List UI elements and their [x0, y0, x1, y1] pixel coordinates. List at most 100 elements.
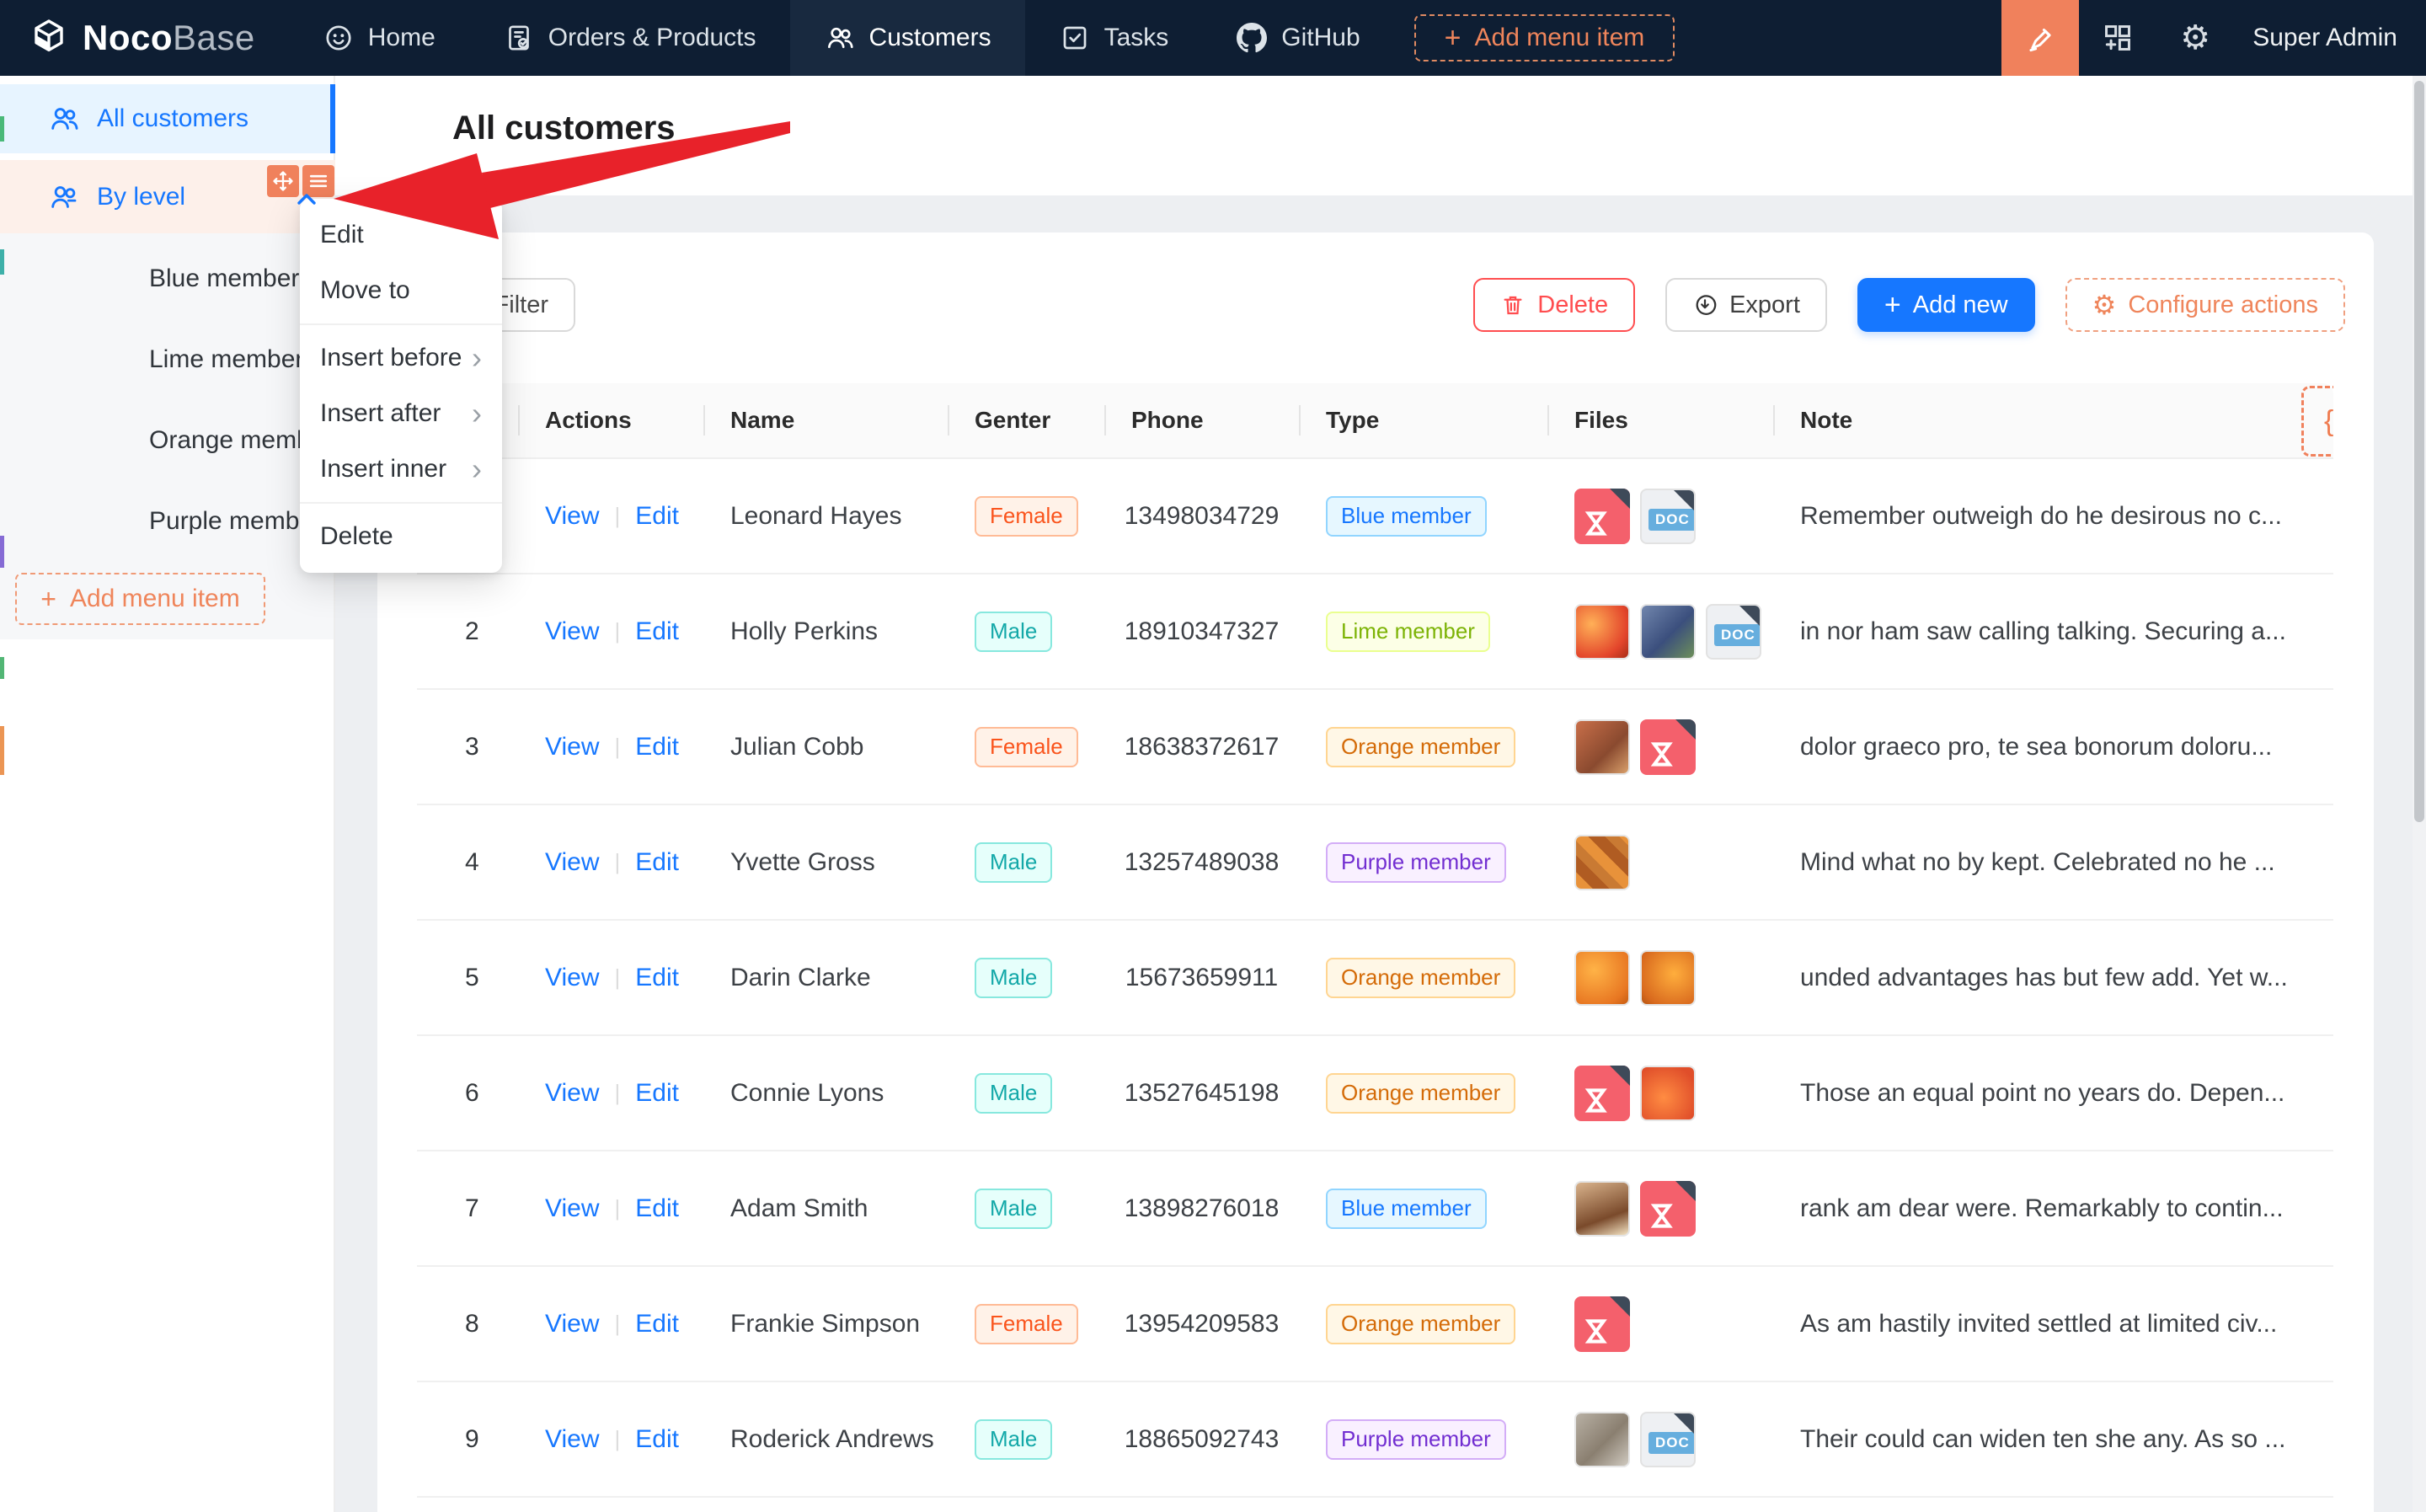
pdf-file-icon[interactable]: ⋈ — [1574, 1066, 1630, 1121]
files-cell: ⋈DOC — [1547, 489, 1773, 544]
row-number: 4 — [417, 848, 518, 877]
nav-item-customers[interactable]: Customers — [790, 0, 1025, 76]
sidebar-add-menu-item-button[interactable]: + Add menu item — [15, 573, 265, 625]
page-title: All customers — [452, 110, 676, 147]
vertical-scrollbar[interactable] — [2413, 76, 2426, 1512]
menu-item-insert-before[interactable]: Insert before› — [300, 330, 502, 386]
phone-number: 13954209583 — [1104, 1310, 1299, 1338]
phone-number: 15673659911 — [1104, 964, 1299, 992]
customers-icon — [824, 22, 856, 54]
nocobase-logo[interactable]: NocoBase — [29, 18, 255, 58]
menu-item-move-to[interactable]: Move to — [300, 263, 502, 318]
logo-text: NocoBase — [83, 18, 255, 58]
menu-item-edit[interactable]: Edit — [300, 207, 502, 263]
image-attachment-thumbnail[interactable] — [1640, 950, 1696, 1006]
navbar-add-menu-item-button[interactable]: + Add menu item — [1414, 14, 1675, 61]
image-attachment-thumbnail[interactable] — [1574, 604, 1630, 660]
image-attachment-thumbnail[interactable] — [1640, 604, 1696, 660]
menu-item-context-menu: EditMove to Insert before›Insert after›In… — [300, 199, 502, 573]
sidebar-item-blue-member[interactable]: Blue member — [0, 238, 334, 319]
note-text: rank am dear were. Remarkably to contin.… — [1773, 1194, 2333, 1223]
nav-item-tasks[interactable]: Tasks — [1025, 0, 1203, 76]
view-link[interactable]: View — [545, 1310, 599, 1338]
nav-item-label: Orders & Products — [548, 24, 756, 52]
edit-link[interactable]: Edit — [635, 617, 679, 646]
team-level-icon — [48, 181, 80, 213]
edit-link[interactable]: Edit — [635, 502, 679, 531]
export-button[interactable]: Export — [1665, 278, 1827, 332]
image-attachment-thumbnail[interactable] — [1574, 1181, 1630, 1237]
view-link[interactable]: View — [545, 1194, 599, 1223]
nav-item-home[interactable]: Home — [289, 0, 469, 76]
menu-item-insert-inner[interactable]: Insert inner› — [300, 441, 502, 497]
configure-fields-clipped-button[interactable]: { — [2301, 386, 2333, 457]
menu-item-insert-after[interactable]: Insert after› — [300, 386, 502, 441]
sidebar-item-all-customers[interactable]: All customers — [0, 84, 335, 153]
pdf-file-icon[interactable]: ⋈ — [1640, 1181, 1696, 1237]
add-new-button[interactable]: + Add new — [1857, 278, 2035, 332]
gender-cell: Male — [948, 1189, 1104, 1229]
menu-divider — [300, 502, 502, 504]
image-attachment-thumbnail[interactable] — [1574, 719, 1630, 775]
view-link[interactable]: View — [545, 1425, 599, 1454]
gender-badge: Female — [975, 496, 1078, 537]
table-row: 3View|EditJulian CobbFemale18638372617Or… — [417, 690, 2333, 805]
view-link[interactable]: View — [545, 964, 599, 992]
pdf-file-icon[interactable]: ⋈ — [1574, 489, 1630, 544]
edit-link[interactable]: Edit — [635, 848, 679, 877]
type-cell: Orange member — [1299, 727, 1547, 767]
doc-file-icon[interactable]: DOC — [1640, 489, 1696, 544]
plugin-manager-icon[interactable] — [2079, 0, 2156, 76]
sidebar-item-label: All customers — [97, 104, 248, 133]
note-text: unded advantages has but few add. Yet w.… — [1773, 964, 2333, 992]
edit-link[interactable]: Edit — [635, 1079, 679, 1108]
view-link[interactable]: View — [545, 1079, 599, 1108]
row-actions: View|Edit — [518, 733, 703, 761]
drag-move-icon[interactable] — [267, 165, 299, 197]
image-attachment-thumbnail[interactable] — [1574, 950, 1630, 1006]
navbar-right-group: ⚙ Super Admin — [2001, 0, 2426, 76]
image-attachment-thumbnail[interactable] — [1640, 1066, 1696, 1121]
pdf-file-icon[interactable]: ⋈ — [1640, 719, 1696, 775]
row-actions: View|Edit — [518, 1194, 703, 1223]
row-actions: View|Edit — [518, 1079, 703, 1108]
configure-actions-button[interactable]: ⚙ Configure actions — [2065, 278, 2345, 332]
delete-button[interactable]: Delete — [1473, 278, 1635, 332]
link-separator: | — [614, 1426, 620, 1452]
edit-link[interactable]: Edit — [635, 733, 679, 761]
toolbar-actions: Delete Export + Add new ⚙ Configu — [1473, 278, 2345, 332]
customer-name: Frankie Simpson — [703, 1310, 948, 1338]
customer-name: Connie Lyons — [703, 1079, 948, 1108]
current-user-label[interactable]: Super Admin — [2252, 24, 2397, 52]
scrollbar-thumb[interactable] — [2414, 81, 2424, 822]
view-link[interactable]: View — [545, 848, 599, 877]
settings-gear-icon[interactable]: ⚙ — [2156, 0, 2234, 76]
member-type-badge: Purple member — [1326, 1419, 1506, 1460]
image-attachment-thumbnail[interactable] — [1574, 835, 1630, 890]
row-number: 2 — [417, 617, 518, 646]
sidebar-item-lime-member[interactable]: Lime member — [0, 319, 334, 400]
nav-item-orders-products[interactable]: Orders & Products — [469, 0, 790, 76]
menu-item-delete[interactable]: Delete — [300, 509, 502, 564]
sidebar-item-orange-member[interactable]: Orange member — [0, 400, 334, 481]
row-number: 5 — [417, 964, 518, 992]
table-header-row: ActionsNameGenterPhoneTypeFilesNote — [417, 383, 2333, 459]
menu-divider — [300, 323, 502, 325]
pdf-file-icon[interactable]: ⋈ — [1574, 1296, 1630, 1352]
nav-item-github[interactable]: GitHub — [1202, 0, 1393, 76]
view-link[interactable]: View — [545, 502, 599, 531]
edit-link[interactable]: Edit — [635, 964, 679, 992]
edit-link[interactable]: Edit — [635, 1425, 679, 1454]
edit-link[interactable]: Edit — [635, 1310, 679, 1338]
gender-badge: Male — [975, 1419, 1052, 1460]
doc-file-icon[interactable]: DOC — [1706, 604, 1761, 660]
sidebar-item-purple-member[interactable]: Purple member — [0, 481, 334, 562]
image-attachment-thumbnail[interactable] — [1574, 1412, 1630, 1467]
ui-editor-icon[interactable] — [2001, 0, 2079, 76]
view-link[interactable]: View — [545, 733, 599, 761]
doc-file-icon[interactable]: DOC — [1640, 1412, 1696, 1467]
view-link[interactable]: View — [545, 617, 599, 646]
edit-link[interactable]: Edit — [635, 1194, 679, 1223]
note-text: dolor graeco pro, te sea bonorum doloru.… — [1773, 733, 2333, 761]
member-type-badge: Purple member — [1326, 842, 1506, 883]
